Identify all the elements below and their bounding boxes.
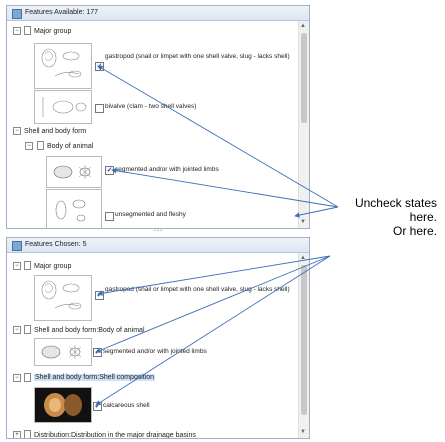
- arrow-to-segmented: [111, 168, 339, 208]
- arrow-to-chosen-segmented: [95, 255, 331, 353]
- arrow-to-unsegmented: [294, 206, 339, 218]
- arrow-to-chosen-gastropod: [97, 255, 331, 296]
- arrow-to-gastropod: [97, 65, 339, 208]
- annotation-arrows: [95, 65, 339, 406]
- arrow-to-calcareous: [95, 255, 331, 406]
